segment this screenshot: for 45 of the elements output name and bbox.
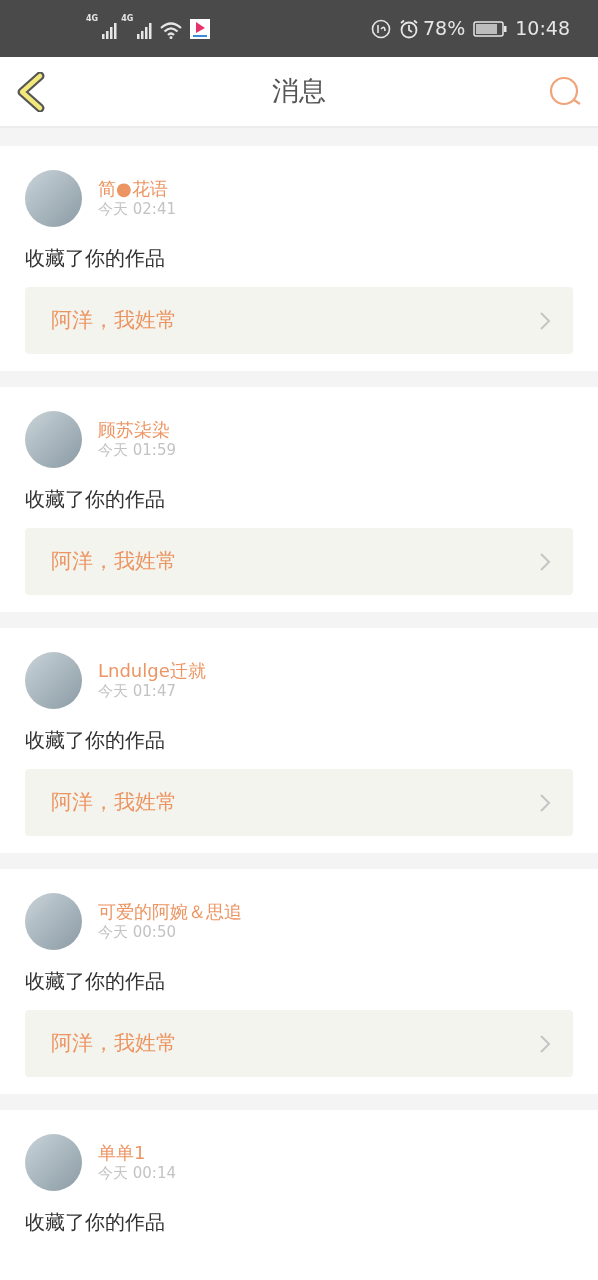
message-time: 今天 01:47 bbox=[98, 682, 177, 702]
user-name[interactable]: Lndulge迁就 bbox=[98, 659, 206, 683]
message-text: 收藏了你的作品 bbox=[25, 1209, 166, 1236]
battery-icon bbox=[473, 19, 508, 38]
app-icon bbox=[190, 18, 211, 39]
work-link[interactable]: 阿洋，我姓常 bbox=[25, 528, 573, 595]
work-title: 阿洋，我姓常 bbox=[51, 547, 177, 575]
message-text: 收藏了你的作品 bbox=[25, 968, 166, 995]
signal-icon bbox=[137, 20, 153, 39]
network-label: 4G bbox=[121, 14, 134, 23]
work-title: 阿洋，我姓常 bbox=[51, 1029, 177, 1057]
back-chevron-icon[interactable] bbox=[16, 71, 46, 112]
user-name[interactable]: 简●花语 bbox=[98, 177, 176, 201]
message-text: 收藏了你的作品 bbox=[25, 727, 166, 754]
page-title: 消息 bbox=[272, 74, 326, 109]
work-link[interactable]: 阿洋，我姓常 bbox=[25, 769, 573, 836]
avatar-photo bbox=[25, 411, 82, 468]
message-time: 今天 00:14 bbox=[98, 1164, 176, 1184]
avatar-photo bbox=[25, 652, 82, 709]
message-text: 收藏了你的作品 bbox=[25, 245, 166, 272]
power-saver-icon bbox=[371, 18, 391, 39]
battery-percent: 78% bbox=[423, 16, 466, 42]
message-text: 收藏了你的作品 bbox=[25, 486, 166, 513]
network-label: 4G bbox=[86, 14, 99, 23]
avatar-photo bbox=[25, 1134, 82, 1191]
message-time: 今天 00:50 bbox=[98, 923, 177, 943]
chevron-right-icon bbox=[539, 551, 551, 572]
message-time: 今天 02:41 bbox=[98, 200, 176, 220]
work-link[interactable]: 阿洋，我姓常 bbox=[25, 287, 573, 354]
work-link[interactable]: 阿洋，我姓常 bbox=[25, 1010, 573, 1077]
avatar-photo bbox=[25, 893, 82, 950]
user-name[interactable]: 可爱的阿婉＆思追 bbox=[98, 900, 242, 924]
work-title: 阿洋，我姓常 bbox=[51, 788, 177, 816]
clock-time: 10:48 bbox=[515, 16, 570, 42]
user-name[interactable]: 顾苏柒染 bbox=[98, 418, 176, 442]
signal-icon bbox=[102, 20, 118, 39]
chevron-right-icon bbox=[539, 310, 551, 331]
chevron-right-icon bbox=[539, 792, 551, 813]
wifi-icon bbox=[160, 20, 183, 39]
avatar-photo bbox=[25, 170, 82, 227]
alarm-icon bbox=[399, 18, 419, 39]
work-title: 阿洋，我姓常 bbox=[51, 306, 177, 334]
user-name[interactable]: 单单1 bbox=[98, 1141, 176, 1165]
chevron-right-icon bbox=[539, 1033, 551, 1054]
message-time: 今天 01:59 bbox=[98, 441, 176, 461]
